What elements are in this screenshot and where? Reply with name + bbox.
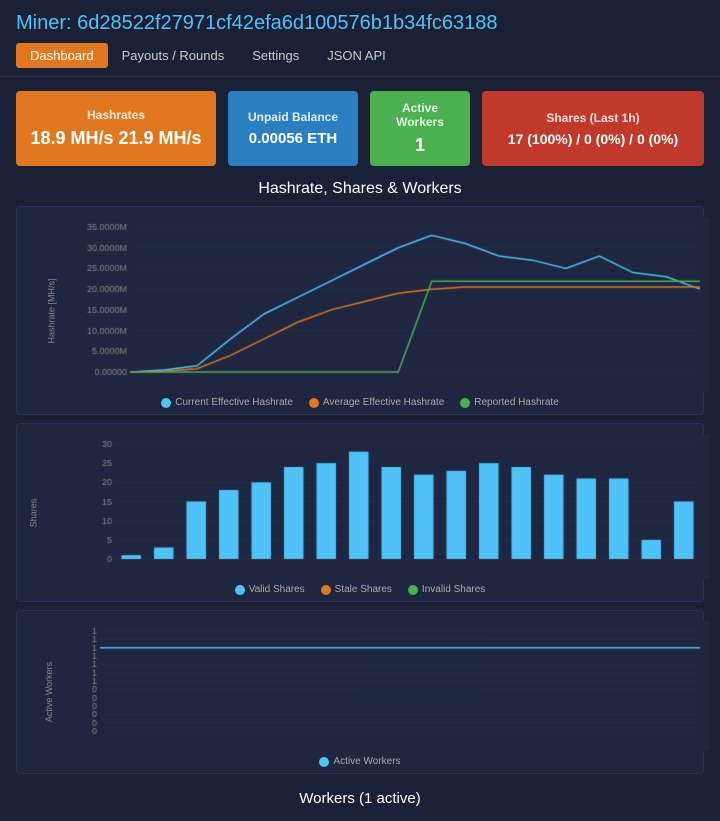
- shares-value: 17 (100%) / 0 (0%) / 0 (0%): [496, 131, 690, 147]
- shares-y-label: Shares: [28, 498, 38, 527]
- chart1-title: Hashrate, Shares & Workers: [16, 180, 704, 198]
- legend-average: Average Effective Hashrate: [309, 397, 444, 408]
- main-nav: Dashboard Payouts / Rounds Settings JSON…: [16, 43, 704, 68]
- legend-stale: Stale Shares: [321, 584, 392, 595]
- miner-label: Miner:: [16, 12, 72, 34]
- miner-address: 6d28522f27971cf42efa6d100576b1b34fc63188: [77, 12, 497, 34]
- hashrate-chart: Hashrate [MH/s] Current Effective Hashra…: [16, 206, 704, 415]
- shares-legend: Valid Shares Stale Shares Invalid Shares: [25, 584, 695, 595]
- hashrates-value: 18.9 MH/s 21.9 MH/s: [30, 128, 202, 149]
- legend-reported: Reported Hashrate: [460, 397, 559, 408]
- unpaid-card: Unpaid Balance 0.00056 ETH: [228, 91, 358, 166]
- workers-footer: Workers (1 active): [16, 782, 704, 811]
- workers-card: Active Workers 1: [370, 91, 470, 166]
- hashrate-y-label: Hashrate [MH/s]: [47, 278, 57, 343]
- workers-value: 1: [384, 135, 456, 156]
- header: Miner: 6d28522f27971cf42efa6d100576b1b34…: [0, 0, 720, 77]
- hashrates-label: Hashrates: [30, 108, 202, 122]
- nav-settings[interactable]: Settings: [238, 43, 313, 68]
- unpaid-label: Unpaid Balance: [242, 110, 344, 124]
- nav-payouts[interactable]: Payouts / Rounds: [108, 43, 239, 68]
- unpaid-value: 0.00056 ETH: [242, 130, 344, 147]
- shares-card: Shares (Last 1h) 17 (100%) / 0 (0%) / 0 …: [482, 91, 704, 166]
- workers-chart: Active Workers Active Workers: [16, 610, 704, 774]
- hashrate-legend: Current Effective Hashrate Average Effec…: [25, 397, 695, 408]
- nav-jsonapi[interactable]: JSON API: [313, 43, 400, 68]
- page-title: Miner: 6d28522f27971cf42efa6d100576b1b34…: [16, 12, 704, 35]
- stats-row: Hashrates 18.9 MH/s 21.9 MH/s Unpaid Bal…: [0, 77, 720, 180]
- legend-valid: Valid Shares: [235, 584, 305, 595]
- legend-current: Current Effective Hashrate: [161, 397, 293, 408]
- workers-y-label: Active Workers: [44, 662, 54, 722]
- shares-chart: Shares Valid Shares Stale Shares Invalid…: [16, 423, 704, 602]
- workers-label: Active Workers: [384, 101, 456, 129]
- hashrates-card: Hashrates 18.9 MH/s 21.9 MH/s: [16, 91, 216, 166]
- nav-dashboard[interactable]: Dashboard: [16, 43, 108, 68]
- legend-workers: Active Workers: [319, 756, 400, 767]
- legend-invalid: Invalid Shares: [408, 584, 485, 595]
- shares-label: Shares (Last 1h): [496, 111, 690, 125]
- charts-section: Hashrate, Shares & Workers Hashrate [MH/…: [0, 180, 720, 821]
- workers-legend: Active Workers: [25, 756, 695, 767]
